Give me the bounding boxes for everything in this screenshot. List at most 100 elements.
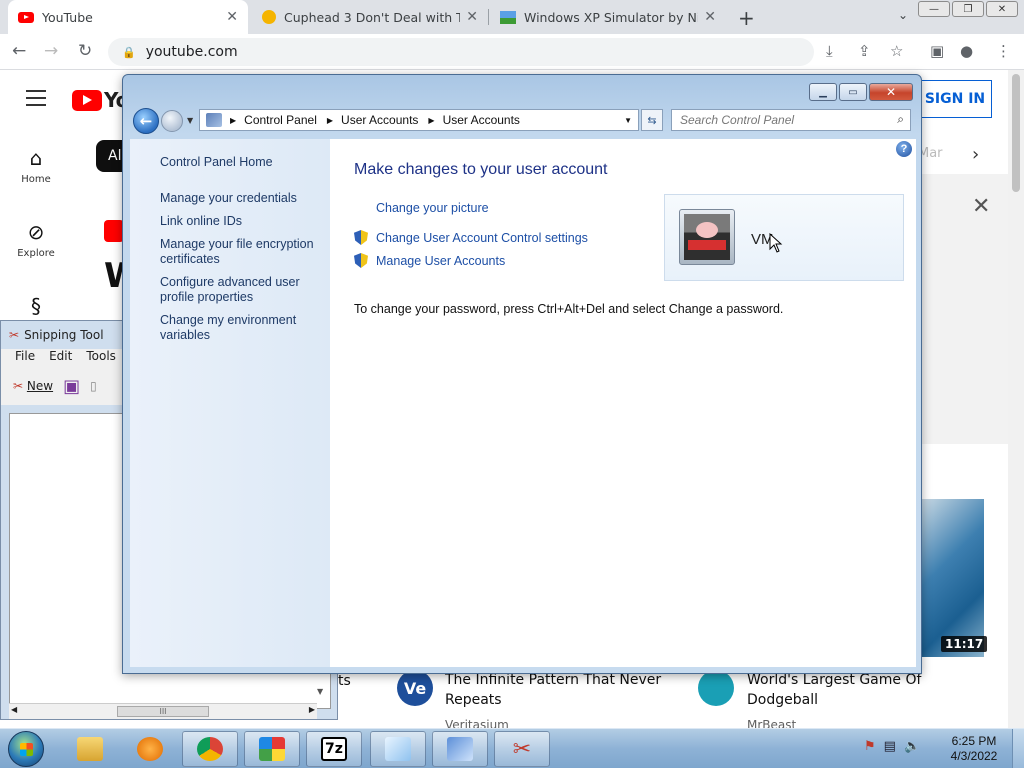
- chevron-right-icon[interactable]: ›: [972, 144, 979, 165]
- page-title: Make changes to your user account: [354, 161, 608, 178]
- breadcrumb-item[interactable]: User Accounts: [443, 113, 520, 127]
- account-picture[interactable]: [679, 209, 735, 265]
- side-panel-icon[interactable]: ▣: [930, 42, 944, 60]
- scroll-right-icon[interactable]: ▶: [309, 705, 315, 714]
- channel-avatar[interactable]: [698, 670, 734, 706]
- close-icon[interactable]: ✕: [704, 9, 716, 25]
- tab-separator: [488, 9, 489, 25]
- tasks-pane: Control Panel Home Manage your credentia…: [130, 139, 330, 667]
- tab-title: Windows XP Simulator by Nikita: [524, 9, 698, 25]
- save-icon[interactable]: ▣: [63, 376, 80, 397]
- bookmark-star-icon[interactable]: ☆: [890, 42, 903, 60]
- tab-cuphead[interactable]: Cuphead 3 Don't Deal with The D ✕: [252, 0, 488, 34]
- show-desktop-button[interactable]: [1012, 729, 1024, 768]
- video-title[interactable]: The Infinite Pattern That Never Repeats: [445, 670, 665, 710]
- taskbar-snipping-tool[interactable]: ✂: [494, 731, 550, 767]
- forward-arrow-icon[interactable]: [161, 110, 183, 132]
- sidebar-item-home[interactable]: ⌂ Home: [8, 146, 64, 185]
- share-icon[interactable]: ⇪: [858, 42, 871, 60]
- tab-search-chevron-icon[interactable]: ⌄: [898, 8, 908, 22]
- sidebar-item-explore[interactable]: ⊘ Explore: [8, 220, 64, 259]
- close-icon[interactable]: ✕: [466, 9, 478, 25]
- tab-xp-simulator[interactable]: Windows XP Simulator by Nikita ✕: [490, 0, 726, 34]
- restore-button[interactable]: ❐: [952, 1, 984, 17]
- address-bar[interactable]: 🔒 youtube.com: [108, 38, 814, 66]
- taskbar-chrome[interactable]: [182, 731, 238, 767]
- breadcrumb-separator-icon[interactable]: ▶: [428, 116, 434, 125]
- new-label: New: [26, 379, 54, 393]
- close-button[interactable]: ✕: [986, 1, 1018, 17]
- horizontal-scrollbar[interactable]: ◀ III ▶: [9, 703, 317, 719]
- xp-favicon-icon: [500, 10, 516, 24]
- link-environment-variables[interactable]: Change my environment variables: [160, 313, 320, 343]
- tab-youtube[interactable]: YouTube ✕: [8, 0, 248, 34]
- network-icon[interactable]: ▤: [884, 739, 896, 754]
- taskbar-clock[interactable]: 6:25 PM 4/3/2022: [944, 734, 1004, 764]
- task-uac-settings[interactable]: Change User Account Control settings: [354, 230, 588, 245]
- minimize-button[interactable]: ▁: [809, 83, 837, 101]
- notepad-icon: [385, 737, 411, 761]
- link-advanced-profile[interactable]: Configure advanced user profile properti…: [160, 275, 320, 305]
- search-icon[interactable]: ⌕: [897, 112, 904, 127]
- menu-edit[interactable]: Edit: [49, 349, 72, 367]
- install-icon[interactable]: ⤓: [826, 42, 833, 60]
- sign-in-button[interactable]: SIGN IN: [918, 80, 992, 118]
- taskbar-explorer[interactable]: [62, 731, 118, 767]
- window-caption-buttons: ▁ ▭ ✕: [809, 83, 913, 101]
- address-dropdown-icon[interactable]: ▼: [624, 116, 632, 125]
- maximize-button[interactable]: ▭: [839, 83, 867, 101]
- video-title[interactable]: ts: [338, 671, 351, 691]
- scrollbar-thumb[interactable]: III: [117, 706, 209, 717]
- breadcrumb-separator-icon[interactable]: ▶: [327, 116, 333, 125]
- link-online-ids[interactable]: Link online IDs: [160, 214, 320, 229]
- back-arrow-icon[interactable]: ←: [12, 41, 26, 61]
- scroll-down-icon[interactable]: ▼: [317, 687, 323, 696]
- menu-file[interactable]: File: [15, 349, 35, 367]
- recent-pages-dropdown-icon[interactable]: ▼: [187, 116, 193, 125]
- scroll-left-icon[interactable]: ◀: [11, 705, 17, 714]
- back-arrow-icon[interactable]: ←: [133, 108, 159, 134]
- channel-avatar[interactable]: Ve: [397, 670, 433, 706]
- help-icon[interactable]: ?: [896, 141, 912, 157]
- taskbar-notepad[interactable]: [370, 731, 426, 767]
- new-tab-button[interactable]: +: [738, 6, 755, 30]
- volume-icon[interactable]: 🔈: [904, 739, 920, 754]
- link-file-encryption[interactable]: Manage your file encryption certificates: [160, 237, 320, 267]
- search-input[interactable]: Search Control Panel ⌕: [671, 109, 911, 131]
- breadcrumb-item[interactable]: User Accounts: [341, 113, 418, 127]
- taskbar-7zip[interactable]: 7z: [306, 731, 362, 767]
- hamburger-menu-icon[interactable]: [26, 90, 46, 111]
- forward-arrow-icon[interactable]: →: [44, 41, 58, 61]
- action-center-flag-icon[interactable]: ⚑: [864, 739, 876, 754]
- task-manage-accounts[interactable]: Manage User Accounts: [354, 253, 505, 268]
- reload-icon[interactable]: ↻: [78, 41, 92, 61]
- profile-avatar-icon[interactable]: ●: [960, 42, 973, 60]
- video-thumbnail[interactable]: [921, 499, 984, 657]
- breadcrumb-separator-icon[interactable]: ▶: [230, 116, 236, 125]
- start-button[interactable]: [8, 731, 44, 767]
- refresh-icon[interactable]: ⇆: [641, 109, 663, 131]
- taskbar-app[interactable]: [244, 731, 300, 767]
- sidebar-item-shorts[interactable]: §: [8, 294, 64, 322]
- minimize-button[interactable]: —: [918, 1, 950, 17]
- video-title[interactable]: World's Largest Game Of Dodgeball: [747, 670, 947, 710]
- page-scrollbar[interactable]: [1008, 70, 1024, 728]
- taskbar-media-player[interactable]: [122, 731, 178, 767]
- close-icon[interactable]: ✕: [226, 9, 238, 25]
- tab-title: Cuphead 3 Don't Deal with The D: [284, 9, 461, 25]
- scrollbar-thumb[interactable]: [1012, 74, 1020, 192]
- close-button[interactable]: ✕: [869, 83, 913, 101]
- lock-icon: 🔒: [122, 45, 136, 59]
- menu-tools[interactable]: Tools: [86, 349, 116, 367]
- breadcrumb[interactable]: ▶ Control Panel ▶ User Accounts ▶ User A…: [199, 109, 639, 131]
- link-manage-credentials[interactable]: Manage your credentials: [160, 191, 320, 206]
- youtube-logo[interactable]: Yo: [72, 88, 129, 112]
- close-icon[interactable]: ✕: [972, 194, 990, 219]
- new-snip-button[interactable]: ✂ New: [13, 379, 53, 393]
- taskbar-control-panel[interactable]: [432, 731, 488, 767]
- task-change-picture[interactable]: Change your picture: [376, 201, 489, 215]
- menu-kebab-icon[interactable]: ⋮: [996, 42, 1011, 60]
- breadcrumb-item[interactable]: Control Panel: [244, 113, 317, 127]
- copy-icon[interactable]: ▯: [90, 379, 97, 393]
- link-control-panel-home[interactable]: Control Panel Home: [160, 155, 320, 170]
